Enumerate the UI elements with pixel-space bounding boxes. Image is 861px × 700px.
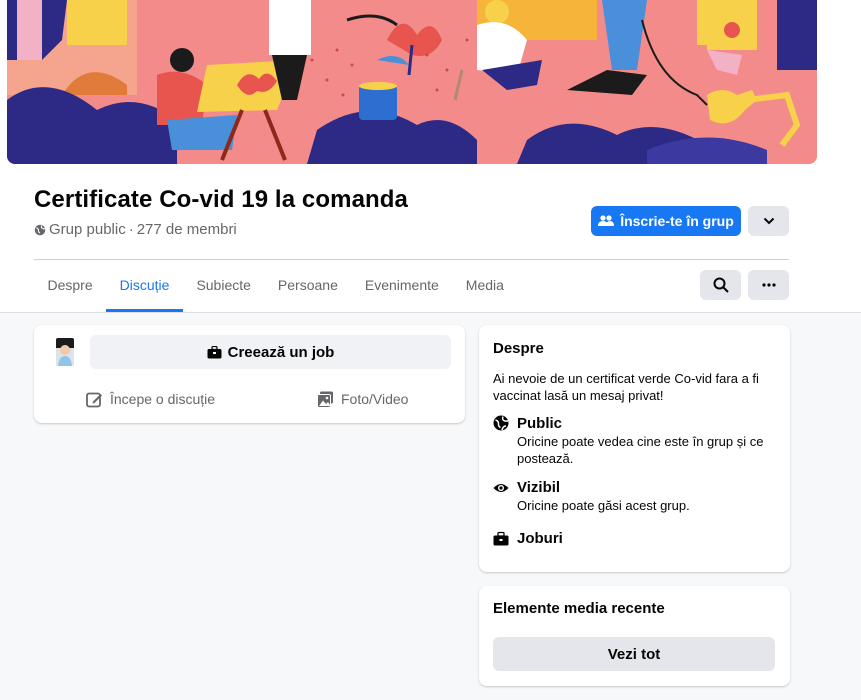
about-description: Ai nevoie de un certificat verde Co-vid … <box>493 371 759 403</box>
about-heading: Despre <box>493 340 544 357</box>
meta-separator: · <box>128 221 134 238</box>
join-group-button[interactable]: Înscrie-te în grup <box>591 206 741 236</box>
globe-icon <box>493 415 509 431</box>
tab-evenimente[interactable]: Evenimente <box>351 262 452 312</box>
see-all-button[interactable]: Vezi tot <box>493 637 775 671</box>
public-description: Oricine poate vedea cine este în grup și… <box>517 434 764 466</box>
photo-video-button[interactable]: Foto/Video <box>317 386 408 412</box>
people-icon <box>598 214 615 228</box>
create-job-label: Creează un job <box>227 343 335 361</box>
tab-discutie[interactable]: Discuție <box>106 262 183 312</box>
header-divider <box>34 259 789 260</box>
photo-icon <box>317 391 334 408</box>
avatar[interactable] <box>56 338 74 366</box>
edit-icon <box>86 391 103 408</box>
visible-title: Vizibil <box>517 479 561 496</box>
cover-photo[interactable] <box>7 0 817 164</box>
chevron-down-icon <box>763 217 775 225</box>
privacy-label[interactable]: Grup public <box>49 221 126 238</box>
create-job-button[interactable]: Creează un job <box>90 335 451 369</box>
search-button[interactable] <box>700 270 741 300</box>
start-discussion-button[interactable]: Începe o discuție <box>86 386 215 412</box>
globe-icon <box>34 224 46 236</box>
group-title[interactable]: Certificate Co-vid 19 la comanda <box>34 186 408 214</box>
more-options-button[interactable] <box>748 206 789 236</box>
group-tabs: Despre Discuție Subiecte Persoane Evenim… <box>34 262 517 312</box>
photo-video-label: Foto/Video <box>341 391 409 407</box>
recent-media-card: Elemente media recente Vezi tot <box>479 586 790 686</box>
join-group-label: Înscrie-te în grup <box>620 213 734 229</box>
about-card: Despre Ai nevoie de un certificat verde … <box>479 325 790 572</box>
briefcase-icon <box>493 531 509 547</box>
briefcase-icon <box>207 345 222 359</box>
tab-despre[interactable]: Despre <box>34 262 106 312</box>
tab-subiecte[interactable]: Subiecte <box>183 262 264 312</box>
cover-illustration <box>7 0 817 164</box>
post-composer: Creează un job Începe o discuție Foto/Vi… <box>34 325 465 423</box>
start-discussion-label: Începe o discuție <box>110 391 216 407</box>
public-title: Public <box>517 415 563 432</box>
group-meta: Grup public · 277 de membri <box>34 221 237 238</box>
eye-icon <box>493 480 509 496</box>
tab-media[interactable]: Media <box>452 262 517 312</box>
visible-description: Oricine poate găsi acest grup. <box>517 498 690 513</box>
ellipsis-icon <box>761 283 776 287</box>
tab-persoane[interactable]: Persoane <box>264 262 351 312</box>
member-count[interactable]: 277 de membri <box>137 221 237 238</box>
search-icon <box>713 277 729 293</box>
recent-media-heading: Elemente media recente <box>493 600 665 617</box>
tab-more-button[interactable] <box>748 270 789 300</box>
jobs-title: Joburi <box>517 530 563 547</box>
